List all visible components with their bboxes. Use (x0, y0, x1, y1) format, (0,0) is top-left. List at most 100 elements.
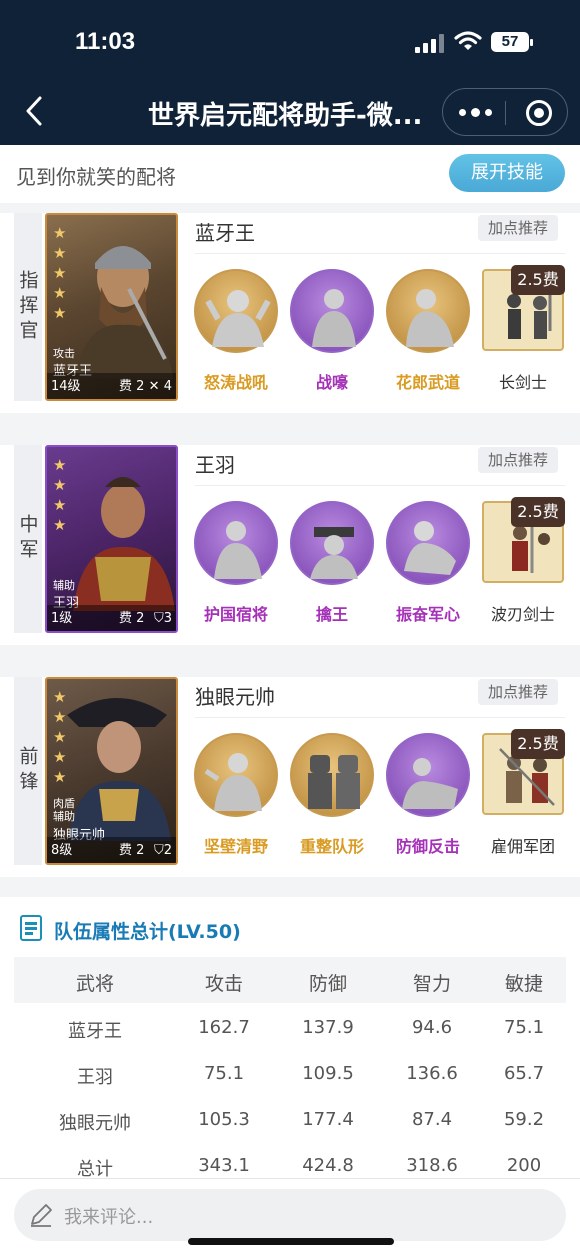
comment-bar: 我来评论... (0, 1178, 580, 1257)
add-points-button[interactable]: 加点推荐 (478, 679, 558, 705)
skill-icon[interactable] (194, 269, 278, 353)
skill-name: 战嚎 (315, 373, 348, 392)
hero-name: 王羽 (195, 453, 235, 477)
col-header: 智力 (412, 973, 451, 995)
more-dots-icon[interactable] (459, 108, 492, 117)
troop-type: 辅助 (53, 579, 75, 592)
hero-portrait[interactable]: ★ ★ ★ ★ 辅助 王羽 1级 费 2 ⛉3 (45, 445, 178, 633)
list-icon (20, 915, 42, 941)
hero-portrait[interactable]: ★ ★ ★ ★ ★ 肉盾 辅助 独眼元帅 8级 费 2 ⛉2 (45, 677, 178, 865)
hero-role: 前锋 (14, 677, 42, 865)
hero-card-vanguard: 前锋 ★ ★ ★ ★ ★ 肉盾 辅助 独眼元帅 8级 费 2 ⛉2 独眼元帅 加点推荐 … (0, 677, 580, 877)
unit-name: 长剑士 (498, 373, 547, 392)
table-cell: 75.1 (503, 1017, 545, 1038)
comment-placeholder: 我来评论... (64, 1207, 154, 1228)
table-cell: 137.9 (302, 1017, 354, 1038)
table-cell: 94.6 (411, 1017, 453, 1038)
expand-skills-button[interactable]: 展开技能 (449, 154, 565, 192)
hero-card-center: 中军 ★ ★ ★ ★ 辅助 王羽 1级 费 2 ⛉3 王羽 加点推荐 护国宿将 擒王 … (0, 445, 580, 645)
back-arrow-icon[interactable] (20, 94, 50, 128)
table-cell: 424.8 (302, 1155, 354, 1176)
table-cell: 162.7 (198, 1017, 250, 1038)
home-indicator (188, 1238, 394, 1245)
hero-count: ⛉3 (153, 611, 172, 626)
hero-role: 指挥官 (14, 213, 42, 401)
target-icon[interactable] (526, 100, 552, 126)
stats-table-header: 武将 攻击 防御 智力 敏捷 (14, 957, 566, 1003)
signal-icon (415, 33, 445, 53)
hero-count: ⛉2 (153, 843, 172, 858)
skill-icon[interactable] (290, 501, 374, 585)
skill-icon[interactable] (194, 733, 278, 817)
mini-program-capsule (442, 88, 568, 136)
table-cell: 177.4 (302, 1109, 354, 1130)
col-header: 敏捷 (504, 973, 543, 995)
skill-icon[interactable] (386, 269, 470, 353)
star-rating: ★ ★ ★ ★ ★ (53, 224, 67, 322)
table-cell: 59.2 (503, 1109, 545, 1130)
skill-icon[interactable] (290, 269, 374, 353)
hero-card-commander: 指挥官 ★ ★ ★ ★ ★ 攻击 蓝牙王 14级 费 2 ✕ 4 蓝牙王 加点推荐 怒涛… (0, 213, 580, 413)
top-bar: 11:03 57 世界启元配将助手-微... (0, 0, 580, 145)
warrior-figure-icon (67, 698, 171, 841)
skill-name: 擒王 (315, 605, 348, 624)
table-cell: 343.1 (198, 1155, 250, 1176)
add-points-button[interactable]: 加点推荐 (478, 447, 558, 473)
table-row: 蓝牙王 162.7 137.9 94.6 75.1 (14, 1003, 566, 1049)
hero-level: 14级 (51, 379, 81, 394)
unit-name: 波刃剑士 (490, 605, 555, 624)
star-rating: ★ ★ ★ ★ (53, 456, 67, 534)
star-rating: ★ ★ ★ ★ ★ (53, 688, 67, 786)
shield-icon: ⛉ (153, 843, 164, 858)
hero-cost: 费 2 (119, 611, 145, 626)
skill-name: 怒涛战吼 (203, 373, 268, 392)
shield-icon: ⛉ (153, 611, 164, 626)
col-header: 防御 (308, 973, 347, 995)
table-cell: 318.6 (406, 1155, 458, 1176)
battery-level: 57 (501, 33, 519, 50)
stats-title: 队伍属性总计(LV.50) (54, 921, 241, 943)
table-cell: 65.7 (503, 1063, 545, 1084)
pen-icon (31, 1204, 52, 1227)
crossed-swords-icon: ✕ (148, 379, 160, 394)
table-row: 王羽 75.1 109.5 136.6 65.7 (14, 1049, 566, 1095)
unit-cost-badge: 2.5费 (511, 497, 565, 527)
battery-icon: 57 (491, 32, 533, 52)
skill-icon[interactable] (290, 733, 374, 817)
table-cell: 136.6 (406, 1063, 458, 1084)
hero-count: ✕ 4 (148, 379, 172, 394)
skill-icon[interactable] (386, 733, 470, 817)
unit-cost-badge: 2.5费 (511, 729, 565, 759)
hero-level: 1级 (51, 611, 73, 626)
hero-name: 独眼元帅 (195, 685, 275, 709)
unit-name: 雇佣军团 (490, 837, 555, 856)
skill-icon[interactable] (386, 501, 470, 585)
skill-name: 振奋军心 (395, 605, 460, 624)
skill-name: 护国宿将 (203, 605, 268, 624)
hero-level: 8级 (51, 843, 73, 858)
status-time: 11:03 (75, 28, 136, 55)
table-row: 独眼元帅 105.3 177.4 87.4 59.2 (14, 1095, 566, 1141)
table-cell: 105.3 (198, 1109, 250, 1130)
warrior-figure-icon (75, 246, 173, 379)
troop-type: 肉盾 辅助 (53, 797, 75, 823)
table-cell: 独眼元帅 (59, 1113, 131, 1134)
skill-name: 防御反击 (395, 837, 460, 856)
table-cell: 蓝牙王 (68, 1021, 122, 1042)
wifi-icon (454, 31, 482, 50)
lineup-header: 见到你就笑的配将 展开技能 (0, 145, 580, 203)
table-cell: 87.4 (411, 1109, 453, 1130)
hero-portrait[interactable]: ★ ★ ★ ★ ★ 攻击 蓝牙王 14级 费 2 ✕ 4 (45, 213, 178, 401)
add-points-button[interactable]: 加点推荐 (478, 215, 558, 241)
skill-name: 花郎武道 (395, 373, 460, 392)
warrior-figure-icon (73, 477, 175, 611)
hero-name: 蓝牙王 (195, 221, 255, 245)
skill-name: 重整队形 (299, 837, 364, 856)
table-cell: 109.5 (302, 1063, 354, 1084)
hero-cost: 费 2 (119, 379, 145, 394)
skill-icon[interactable] (194, 501, 278, 585)
lineup-title: 见到你就笑的配将 (16, 165, 176, 189)
table-cell: 200 (506, 1155, 542, 1176)
table-cell: 王羽 (77, 1067, 113, 1088)
comment-input[interactable]: 我来评论... (14, 1189, 566, 1241)
